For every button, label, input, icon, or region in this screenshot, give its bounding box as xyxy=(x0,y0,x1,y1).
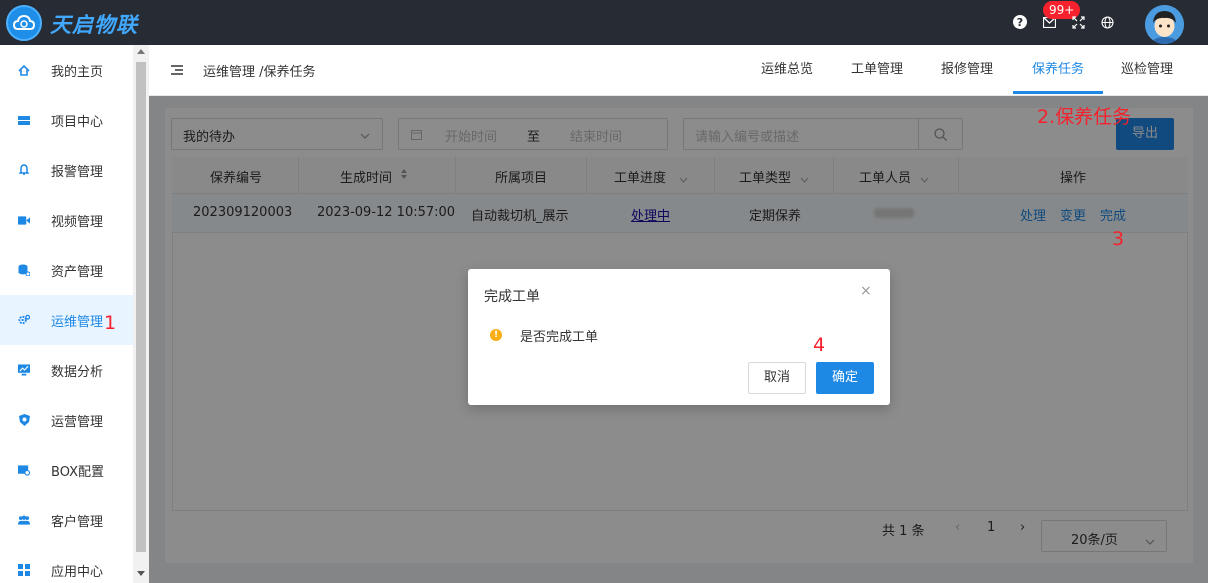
avatar[interactable] xyxy=(1145,5,1184,44)
annotation-step-4: 4 xyxy=(813,334,826,356)
sidebar-item-label: 我的主页 xyxy=(51,64,104,80)
menu-fold-icon[interactable] xyxy=(171,65,183,75)
sidebar-item-label: 应用中心 xyxy=(51,564,104,580)
users-icon xyxy=(18,514,30,526)
sidebar-item-home[interactable]: 我的主页 xyxy=(0,45,133,95)
sidebar-item-label: 报警管理 xyxy=(51,164,104,180)
sidebar-item-label: 运维管理 xyxy=(51,314,104,330)
bell-icon xyxy=(18,164,30,176)
sidebar-item-label: 运营管理 xyxy=(51,414,104,430)
annotation-step-1: 1 xyxy=(104,312,117,334)
breadcrumb: 运维管理 /保养任务 xyxy=(203,65,316,80)
gear-icon xyxy=(18,314,30,326)
sidebar-item-analysis[interactable]: 数据分析 xyxy=(0,345,133,395)
logo-icon xyxy=(6,5,42,41)
tab-work-orders[interactable]: 工单管理 xyxy=(851,58,903,77)
sidebar-item-video[interactable]: 视频管理 xyxy=(0,195,133,245)
shield-icon xyxy=(18,414,30,426)
sidebar-item-operation[interactable]: 运营管理 xyxy=(0,395,133,445)
dialog-message: 是否完成工单 xyxy=(520,330,599,345)
sidebar-scroll-thumb[interactable] xyxy=(136,62,146,552)
close-icon[interactable]: × xyxy=(860,283,872,299)
annotation-step-2: 2.保养任务 xyxy=(1037,106,1132,128)
cancel-button[interactable]: 取消 xyxy=(748,362,806,394)
active-tab-indicator xyxy=(1013,91,1103,94)
warning-icon: ! xyxy=(490,329,502,341)
tab-inspection[interactable]: 巡检管理 xyxy=(1121,58,1173,77)
tab-repairs[interactable]: 报修管理 xyxy=(941,58,993,77)
top-bar: 天启物联 ? 99+ xyxy=(0,0,1208,45)
sidebar-item-asset[interactable]: 资产管理 xyxy=(0,245,133,295)
sidebar-item-label: 资产管理 xyxy=(51,264,104,280)
sidebar-item-label: 客户管理 xyxy=(51,514,104,530)
sidebar-item-label: 视频管理 xyxy=(51,214,104,230)
sidebar-item-label: 项目中心 xyxy=(51,114,104,130)
sidebar-item-customer[interactable]: 客户管理 xyxy=(0,495,133,545)
dialog-title: 完成工单 xyxy=(484,289,540,305)
tab-maintenance[interactable]: 保养任务 xyxy=(1032,58,1084,77)
fullscreen-icon[interactable] xyxy=(1070,14,1086,30)
brand-name: 天启物联 xyxy=(50,13,138,37)
content-header: 运维管理 /保养任务 运维总览 工单管理 报修管理 保养任务 巡检管理 xyxy=(149,45,1208,96)
confirm-button[interactable]: 确定 xyxy=(816,362,874,394)
sidebar-item-apps[interactable]: 应用中心 xyxy=(0,545,133,583)
sidebar-item-label: BOX配置 xyxy=(51,464,104,480)
scroll-down-icon[interactable] xyxy=(137,571,145,576)
sidebar-item-alarm[interactable]: 报警管理 xyxy=(0,145,133,195)
apps-icon xyxy=(18,564,30,576)
sidebar-item-project[interactable]: 项目中心 xyxy=(0,95,133,145)
monitor-icon xyxy=(18,364,30,376)
home-icon xyxy=(18,64,30,76)
video-icon xyxy=(18,214,30,226)
scroll-up-icon[interactable] xyxy=(137,49,145,54)
globe-icon[interactable] xyxy=(1099,14,1115,30)
help-icon[interactable]: ? xyxy=(1012,14,1028,30)
sidebar-item-box[interactable]: BOX配置 xyxy=(0,445,133,495)
annotation-step-3: 3 xyxy=(1112,228,1125,250)
asset-icon xyxy=(18,264,30,276)
box-icon xyxy=(18,464,30,476)
confirm-dialog: 完成工单 × ! 是否完成工单 取消 确定 xyxy=(468,269,890,405)
sidebar-item-label: 数据分析 xyxy=(51,364,104,380)
project-icon xyxy=(18,114,30,126)
tab-ops-overview[interactable]: 运维总览 xyxy=(761,58,813,77)
